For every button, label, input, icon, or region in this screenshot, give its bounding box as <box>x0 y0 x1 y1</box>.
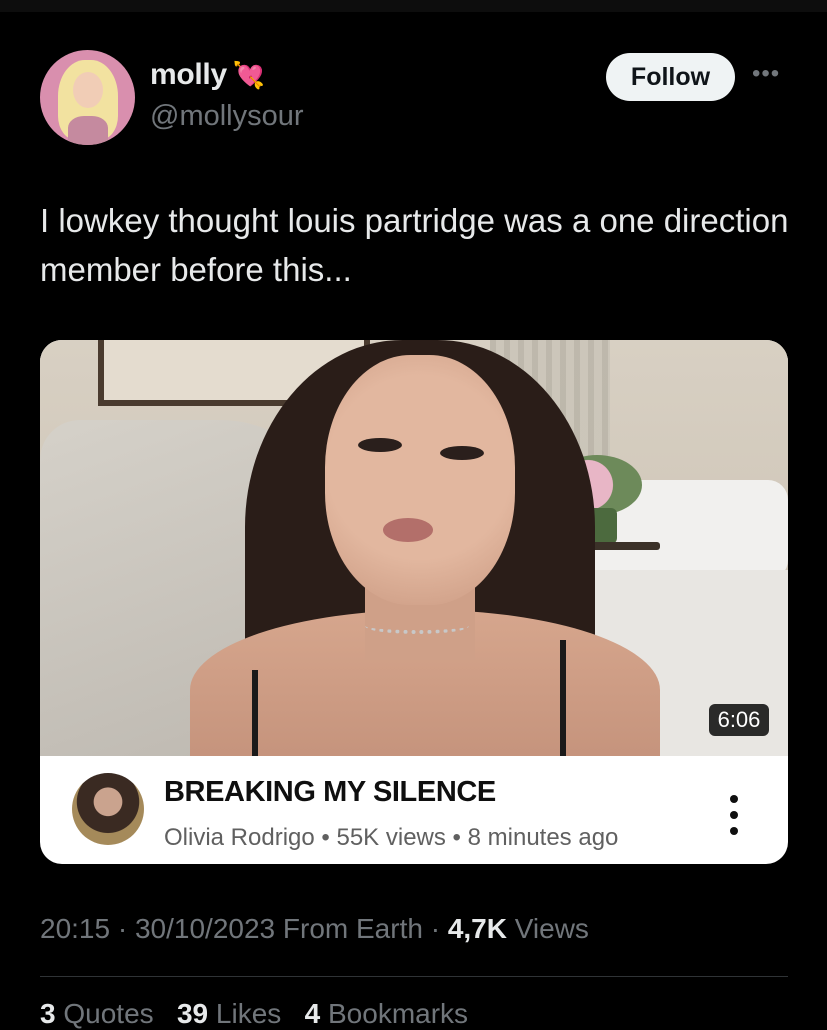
more-horizontal-icon[interactable]: ••• <box>752 60 780 88</box>
status-bar <box>0 0 827 12</box>
follow-button[interactable]: Follow <box>606 53 735 101</box>
video-thumbnail[interactable]: 6:06 <box>40 340 788 756</box>
channel-name[interactable]: Olivia Rodrigo <box>164 824 315 851</box>
video-duration-badge: 6:06 <box>709 704 769 736</box>
video-views: 55K views <box>336 824 446 851</box>
left-eye <box>358 438 402 452</box>
tweet-meta: 20:15 · 30/10/2023 From Earth · 4,7K Vie… <box>40 913 589 944</box>
bookmarks-stat[interactable]: 4 Bookmarks <box>305 998 468 1029</box>
video-age: 8 minutes ago <box>467 824 619 851</box>
tweet-stats: 3 Quotes 39 Likes 4 Bookmarks <box>40 998 468 1030</box>
tweet-date[interactable]: 30/10/2023 <box>135 913 275 944</box>
likes-stat[interactable]: 39 Likes <box>177 998 281 1029</box>
author-name-row[interactable]: molly 💘 <box>150 58 265 92</box>
more-vertical-icon[interactable] <box>730 795 738 835</box>
necklace <box>365 618 469 634</box>
tweet-text: I lowkey thought louis partridge was a o… <box>40 202 789 288</box>
lips <box>383 518 433 542</box>
avatar-face <box>73 72 103 108</box>
channel-avatar[interactable] <box>72 773 144 845</box>
author-avatar[interactable] <box>40 50 135 145</box>
tweet-time[interactable]: 20:15 <box>40 913 110 944</box>
views-count: 4,7K <box>447 913 507 944</box>
tweet-source: From Earth <box>282 913 423 944</box>
avatar-top <box>68 116 108 145</box>
video-title[interactable]: BREAKING MY SILENCE <box>164 776 496 809</box>
video-card[interactable]: 6:06 BREAKING MY SILENCE Olivia Rodrigo … <box>40 340 788 864</box>
views-label: Views <box>514 913 589 944</box>
person-face <box>325 355 515 605</box>
separator-dot: • <box>321 824 337 851</box>
divider <box>40 976 788 977</box>
author-handle[interactable]: @mollysour <box>150 100 304 133</box>
video-meta: Olivia Rodrigo • 55K views • 8 minutes a… <box>164 824 618 852</box>
author-name[interactable]: molly <box>150 58 227 92</box>
right-eye <box>440 446 484 460</box>
heart-with-arrow-icon: 💘 <box>232 60 266 90</box>
quotes-stat[interactable]: 3 Quotes <box>40 998 154 1029</box>
separator-dot: • <box>452 824 468 851</box>
